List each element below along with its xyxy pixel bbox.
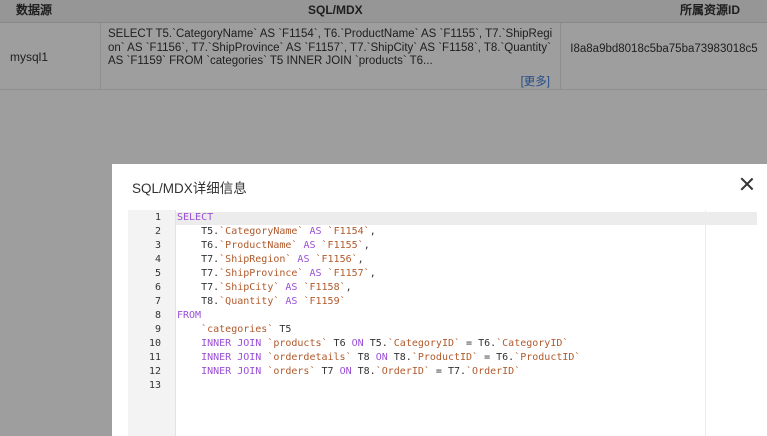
sql-identifier: `ProductName` — [219, 240, 298, 251]
code-line: `categories` T5 — [177, 323, 291, 337]
close-icon[interactable] — [739, 176, 755, 192]
sql-identifier: `orderdetails` — [267, 352, 352, 363]
sql-keyword: FROM — [177, 310, 202, 321]
dialog-title: SQL/MDX详细信息 — [132, 181, 247, 196]
sql-text: T8. — [351, 366, 376, 377]
sql-text: T5. — [177, 226, 220, 237]
sql-text: T8. — [177, 296, 220, 307]
sql-identifier: `OrderID` — [466, 366, 521, 377]
sql-text: , — [345, 282, 352, 293]
sql-keyword: AS — [291, 254, 316, 265]
sql-keyword: INNER JOIN — [177, 352, 268, 363]
sql-identifier: `ProductID` — [411, 352, 479, 363]
sql-identifier: `F1155` — [321, 240, 364, 251]
sql-identifier: `Quantity` — [219, 296, 280, 307]
code-line: T7.`ShipProvince` AS `F1157`, — [177, 267, 376, 281]
sql-text: , — [369, 268, 376, 279]
sql-detail-dialog: SQL/MDX详细信息 1 2 3 4 5 6 7 8 9 10 11 12 13 SELECT T5.… — [112, 164, 767, 436]
sql-keyword: SELECT — [177, 212, 214, 223]
sql-identifier: `CategoryID` — [496, 338, 569, 349]
sql-identifier: `OrderID` — [375, 366, 430, 377]
code-line: T5.`CategoryName` AS `F1154`, — [177, 225, 376, 239]
sql-keyword: ON — [339, 366, 352, 377]
sql-text: , — [357, 254, 364, 265]
line-number-gutter: 1 2 3 4 5 6 7 8 9 10 11 12 13 — [128, 210, 176, 436]
line-number: 11 — [148, 352, 161, 363]
sql-keyword: AS — [279, 282, 304, 293]
sql-identifier: `F1154` — [327, 226, 370, 237]
code-line: SELECT — [177, 211, 213, 225]
sql-text: T6. — [177, 240, 220, 251]
sql-keyword: ON — [375, 352, 388, 363]
code-area[interactable]: SELECT T5.`CategoryName` AS `F1154`, T6.… — [177, 210, 707, 436]
line-number: 1 — [154, 212, 161, 223]
line-number: 5 — [154, 268, 161, 279]
sql-keyword: AS — [303, 226, 328, 237]
sql-text: , — [369, 226, 376, 237]
sql-identifier: `F1159` — [303, 296, 346, 307]
sql-identifier: `products` — [267, 338, 328, 349]
sql-keyword: AS — [297, 240, 322, 251]
sql-text: T8 — [351, 352, 376, 363]
sql-identifier: `ShipCity` — [219, 282, 280, 293]
sql-identifier: `F1158` — [303, 282, 346, 293]
code-line: INNER JOIN `orders` T7 ON T8.`OrderID` =… — [177, 365, 520, 379]
sql-identifier: `orders` — [267, 366, 316, 377]
sql-identifier: `ShipRegion` — [219, 254, 292, 265]
line-number: 12 — [148, 366, 161, 377]
code-line: T7.`ShipCity` AS `F1158`, — [177, 281, 352, 295]
sql-text: T7. — [177, 254, 220, 265]
sql-text: T7. — [177, 268, 220, 279]
line-number: 13 — [148, 380, 161, 391]
print-margin — [705, 210, 706, 436]
code-line: T8.`Quantity` AS `F1159` — [177, 295, 346, 309]
sql-text: T8. — [387, 352, 412, 363]
sql-identifier: `ShipProvince` — [219, 268, 304, 279]
sql-text: , — [363, 240, 370, 251]
line-number: 9 — [154, 324, 161, 335]
sql-identifier: `CategoryName` — [219, 226, 304, 237]
line-number: 6 — [154, 282, 161, 293]
line-number: 4 — [154, 254, 161, 265]
sql-identifier: `F1157` — [327, 268, 370, 279]
line-number: 3 — [154, 240, 161, 251]
code-line: FROM — [177, 309, 201, 323]
line-number: 10 — [148, 338, 161, 349]
sql-identifier: `categories` — [201, 324, 274, 335]
sql-keyword: AS — [303, 268, 328, 279]
line-number: 2 — [154, 226, 161, 237]
sql-text: T6 — [327, 338, 352, 349]
sql-code-editor[interactable]: 1 2 3 4 5 6 7 8 9 10 11 12 13 SELECT T5.`CategoryNam… — [128, 210, 757, 436]
sql-text: T7. — [177, 282, 220, 293]
line-number: 7 — [154, 296, 161, 307]
line-number: 8 — [154, 310, 161, 321]
sql-text: T5 — [273, 324, 292, 335]
sql-identifier: `ProductID` — [514, 352, 581, 363]
sql-text: = T7. — [429, 366, 467, 377]
sql-identifier: `CategoryID` — [387, 338, 461, 349]
sql-text: T5. — [363, 338, 388, 349]
sql-text: T7 — [315, 366, 340, 377]
sql-identifier: `F1156` — [315, 254, 358, 265]
sql-text: = T6. — [460, 338, 497, 349]
code-line: INNER JOIN `products` T6 ON T5.`Category… — [177, 337, 568, 351]
code-line: T6.`ProductName` AS `F1155`, — [177, 239, 370, 253]
sql-keyword: AS — [279, 296, 304, 307]
code-line: INNER JOIN `orderdetails` T8 ON T8.`Prod… — [177, 351, 580, 365]
sql-text: = T6. — [478, 352, 515, 363]
code-line: T7.`ShipRegion` AS `F1156`, — [177, 253, 364, 267]
sql-keyword: ON — [351, 338, 364, 349]
sql-keyword: INNER JOIN — [177, 338, 268, 349]
sql-keyword: INNER JOIN — [177, 366, 268, 377]
